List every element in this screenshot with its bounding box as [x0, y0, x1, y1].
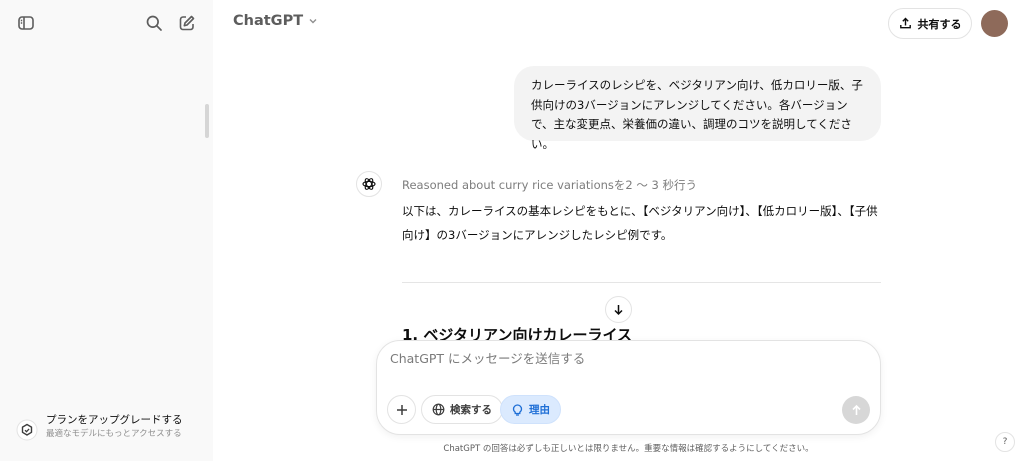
share-label: 共有する: [917, 17, 962, 31]
new-chat-button[interactable]: [174, 10, 200, 36]
search-toggle-button[interactable]: 検索する: [421, 395, 503, 424]
arrow-up-icon: [851, 404, 861, 415]
search-label: 検索する: [450, 404, 492, 416]
upgrade-plan-button[interactable]: プランをアップグレードする 最適なモデルにもっとアクセスする: [12, 412, 207, 452]
message-input[interactable]: [390, 351, 860, 366]
model-selector[interactable]: ChatGPT: [233, 13, 319, 29]
attach-button[interactable]: [387, 395, 416, 424]
search-chats-button[interactable]: [141, 10, 167, 36]
sidebar: プランをアップグレードする 最適なモデルにもっとアクセスする: [0, 0, 213, 461]
reason-label: 理由: [529, 404, 550, 416]
openai-logo-icon: [362, 178, 376, 190]
disclaimer-text: ChatGPT の回答は必ずしも正しいとは限りません。重要な情報は確認するように…: [443, 444, 814, 454]
sidebar-scrollbar[interactable]: [205, 104, 209, 138]
lightbulb-icon: [512, 404, 523, 416]
assistant-reply: 以下は、カレーライスの基本レシピをもとに、【ベジタリアン向け】、【低カロリー版】…: [402, 204, 878, 242]
message-composer: 検索する 理由: [376, 340, 881, 435]
share-button[interactable]: 共有する: [888, 8, 972, 39]
sidebar-toggle-icon: [18, 16, 34, 30]
sidebar-toggle-button[interactable]: [13, 10, 39, 36]
user-avatar[interactable]: [981, 10, 1008, 37]
upgrade-subtitle: 最適なモデルにもっとアクセスする: [46, 429, 182, 439]
scroll-to-bottom-button[interactable]: [605, 296, 632, 323]
upgrade-badge: [12, 415, 42, 445]
globe-icon: [432, 403, 445, 416]
chevron-down-icon: [309, 19, 317, 24]
upgrade-icon: [16, 419, 38, 441]
plus-icon: [396, 404, 407, 415]
assistant-avatar: [356, 171, 382, 197]
model-name: ChatGPT: [233, 13, 304, 29]
user-message: カレーライスのレシピを、ベジタリアン向け、低カロリー版、子供向けの3バージョンに…: [514, 66, 881, 151]
search-icon: [146, 15, 162, 31]
divider: [402, 282, 881, 283]
upgrade-title: プランをアップグレードする: [46, 414, 183, 426]
reasoning-summary[interactable]: Reasoned about curry rice variationsを2 〜…: [402, 177, 697, 193]
send-button[interactable]: [842, 396, 870, 424]
help-button[interactable]: ?: [995, 432, 1015, 452]
share-upload-icon: [899, 17, 911, 29]
reason-toggle-button[interactable]: 理由: [500, 395, 561, 424]
new-chat-icon: [179, 15, 195, 31]
section-heading: 1. ベジタリアン向けカレーライス: [402, 326, 633, 340]
arrow-down-icon: [614, 305, 623, 316]
